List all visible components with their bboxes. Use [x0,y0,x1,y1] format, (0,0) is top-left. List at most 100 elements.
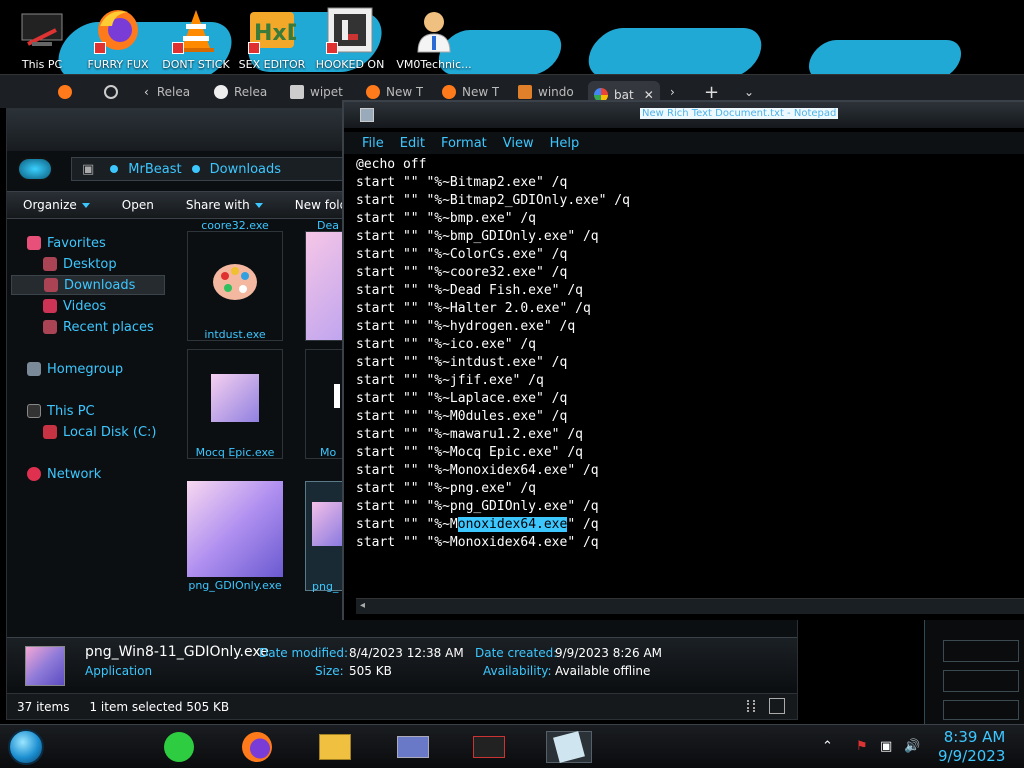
nav-network[interactable]: Network [27,464,101,484]
browser-tab[interactable]: Relea [214,81,267,103]
editor-line: start "" "%~bmp_GDIOnly.exe" /q [356,229,599,244]
browser-tab[interactable] [104,81,124,103]
menu-format[interactable]: Format [441,136,487,151]
breadcrumb[interactable]: ▣ MrBeast Downloads [71,157,357,181]
drive-icon [43,425,57,439]
notes-app-icon [164,732,194,762]
flame-icon [518,85,532,99]
folder-icon: ▣ [82,161,95,177]
nav-homegroup[interactable]: Homegroup [27,359,123,379]
menu-help[interactable]: Help [550,136,580,151]
editor-line: start "" "%~hydrogen.exe" /q [356,319,576,334]
details-view-icon[interactable] [747,700,755,712]
taskbar-this-pc[interactable] [466,731,512,763]
date-modified-value: 8/4/2023 12:38 AM [349,646,464,660]
size-value: 505 KB [349,664,392,678]
desktop-icon-vm0technic[interactable]: VM0Technic... [392,6,476,71]
volume-icon[interactable]: 🔊 [904,739,920,754]
desktop-icon-label: VM0Technic... [396,58,472,71]
file-thumbnail [25,646,65,686]
file-tile-intdust[interactable]: intdust.exe [187,231,283,341]
firefox-icon [442,85,456,99]
file-tile-mocq-epic[interactable]: Mocq Epic.exe [187,349,283,459]
menu-file[interactable]: File [362,136,384,151]
menu-edit[interactable]: Edit [400,136,425,151]
taskbar-file-explorer[interactable] [312,731,358,763]
side-panel [924,620,1024,724]
selection-info: 1 item selected 505 KB [89,699,230,714]
editor-line: start "" "%~Laplace.exe" /q [356,391,568,406]
browser-tab[interactable]: wipet [290,81,343,103]
editor-line: start "" "%~Bitmap2_GDIOnly.exe" /q [356,193,630,208]
file-tile-png-gdionly[interactable]: png_GDIOnly.exe [187,481,283,592]
homegroup-icon [27,362,41,376]
desktop-icon-label: FURRY FUX [87,58,149,71]
scroll-left-icon[interactable]: ◂ [360,600,365,611]
breadcrumb-separator [191,165,200,173]
text-editor[interactable]: @echo off start "" "%~Bitmap2.exe" /q star… [356,156,1024,596]
system-clock[interactable]: 8:39 AM 9/9/2023 [938,728,1005,766]
hex-editor-icon: HxD [248,6,305,54]
file-tile-png-win8-selected[interactable]: png_ [305,481,347,593]
videos-icon [43,299,57,313]
desktop-icon-furry-fux[interactable]: FURRY FUX [76,6,160,71]
desktop-icon-label: HOOKED ON [315,58,385,71]
menu-view[interactable]: View [503,136,534,151]
desktop-icon-dont-stick[interactable]: DONT STICK [154,6,238,71]
vlc-cone-icon [172,6,220,54]
nav-favorites[interactable]: Favorites [27,233,106,253]
clock-date: 9/9/2023 [938,747,1006,765]
palette-icon [211,258,259,306]
shortcut-overlay-icon [326,42,338,54]
availability-label: Availability: [483,664,552,678]
file-tile-dead-fish[interactable] [305,231,347,341]
file-view: coore32.exe Dea intdust.exe Mocq Epic.ex… [177,219,347,639]
taskbar-firefox[interactable] [234,731,280,763]
notepad-titlebar[interactable]: New Rich Text Document.txt - Notepad [344,102,1024,128]
nav-videos[interactable]: Videos [43,296,106,316]
nav-downloads[interactable]: Downloads [11,275,165,295]
browser-tab[interactable]: ‹ Relea [144,81,190,103]
editor-line: start "" "%~bmp.exe" /q [356,211,537,226]
file-thumbnail [334,384,340,408]
network-tray-icon[interactable]: ▣ [880,739,892,754]
editor-line: start "" "%~coore32.exe" /q [356,265,568,280]
nav-desktop[interactable]: Desktop [43,254,117,274]
desktop-icon-this-pc[interactable]: This PC [0,6,84,71]
taskbar-notes-app[interactable] [156,731,202,763]
taskbar-control-panel[interactable] [390,731,436,763]
anime-thumbnail [211,374,259,422]
file-label: png_ [312,580,339,593]
selected-file-name: png_Win8-11_GDIOnly.exe [85,644,269,660]
editor-line: start "" "%~mawaru1.2.exe" /q [356,427,583,442]
editor-line: @echo off [356,157,427,172]
horizontal-scrollbar[interactable]: ◂ [356,598,1024,614]
share-with-button[interactable]: Share with [170,198,279,212]
nav-this-pc[interactable]: This PC [27,401,95,421]
back-button[interactable] [17,157,53,181]
organize-button[interactable]: Organize [7,198,106,212]
open-button[interactable]: Open [106,198,170,212]
editor-line: start "" "%~Monoxidex64.exe" /q [356,535,599,550]
action-center-flag-icon[interactable]: ⚑ [856,739,868,754]
network-icon [27,467,41,481]
firefox-icon [366,85,380,99]
file-tile-monoxidex64[interactable]: Mo [305,349,347,459]
desktop-icon-sex-editor[interactable]: HxD SEX EDITOR [230,6,314,71]
nav-local-disk[interactable]: Local Disk (C:) [43,422,156,442]
start-button[interactable] [8,729,44,765]
taskbar-notepad[interactable] [546,731,592,763]
chevron-down-icon [81,202,90,208]
desktop-icon-hooked-on[interactable]: HOOKED ON [308,6,392,71]
anime-thumbnail [312,502,342,546]
breadcrumb-item[interactable]: MrBeast [128,162,181,177]
large-icons-view-icon[interactable] [769,698,785,714]
date-created-label: Date created: [475,646,558,660]
nav-recent-places[interactable]: Recent places [43,317,154,337]
breadcrumb-item[interactable]: Downloads [210,162,281,177]
github-icon [214,85,228,99]
clock-time: 8:39 AM [943,728,1006,746]
editor-line-selected: start "" "%~Monoxidex64.exe" /q [356,517,599,532]
expand-tray-icon[interactable]: ⌃ [822,739,833,754]
browser-tab[interactable] [58,81,78,103]
